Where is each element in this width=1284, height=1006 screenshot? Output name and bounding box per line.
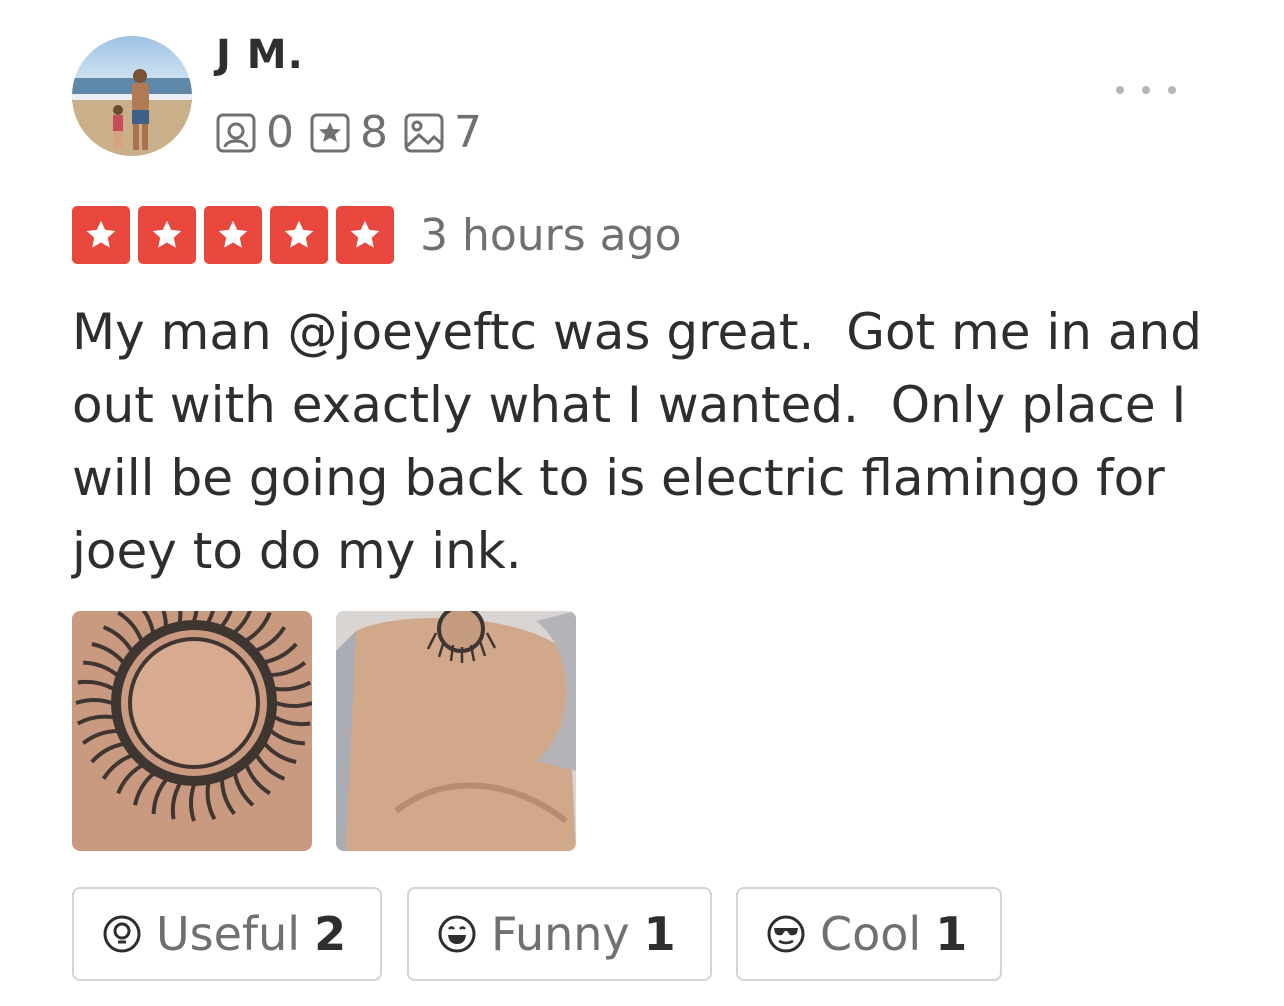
cool-button[interactable]: Cool 1 [736, 887, 1002, 981]
review-photo-shoulder-tattoo[interactable] [336, 611, 576, 851]
more-dot [1116, 86, 1124, 94]
friends-count: 0 [266, 107, 294, 158]
useful-button[interactable]: Useful 2 [72, 887, 382, 981]
cool-label: Cool [820, 907, 922, 961]
rating-row: 3 hours ago [72, 206, 682, 264]
funny-icon [438, 915, 476, 953]
reviews-count: 8 [360, 107, 388, 158]
useful-label: Useful [156, 907, 301, 961]
more-dot [1168, 86, 1176, 94]
star-icon [138, 206, 196, 264]
star-icon [72, 206, 130, 264]
cool-icon [767, 915, 805, 953]
reviews-stat: 8 [310, 111, 388, 155]
review-photo-sun-tattoo-closeup[interactable] [72, 611, 312, 851]
user-name[interactable]: J M. [216, 32, 304, 78]
more-dot [1142, 86, 1150, 94]
review-time: 3 hours ago [420, 209, 682, 261]
photos-count: 7 [454, 107, 482, 158]
user-stats: 0 8 7 [216, 108, 498, 158]
review-text: My man @joeyeftc was great. Got me in an… [72, 303, 1218, 580]
user-avatar[interactable] [72, 36, 192, 156]
funny-label: Funny [491, 907, 630, 961]
useful-count: 2 [314, 907, 347, 961]
photos-icon [404, 113, 444, 153]
cool-count: 1 [935, 907, 968, 961]
star-rating [72, 206, 394, 264]
funny-count: 1 [643, 907, 676, 961]
more-icon[interactable] [1110, 72, 1182, 108]
star-icon [204, 206, 262, 264]
funny-button[interactable]: Funny 1 [407, 887, 712, 981]
friends-stat: 0 [216, 111, 294, 155]
photos-stat: 7 [404, 111, 482, 155]
star-icon [336, 206, 394, 264]
star-icon [270, 206, 328, 264]
friends-icon [216, 113, 256, 153]
reviews-icon [310, 113, 350, 153]
useful-icon [103, 915, 141, 953]
